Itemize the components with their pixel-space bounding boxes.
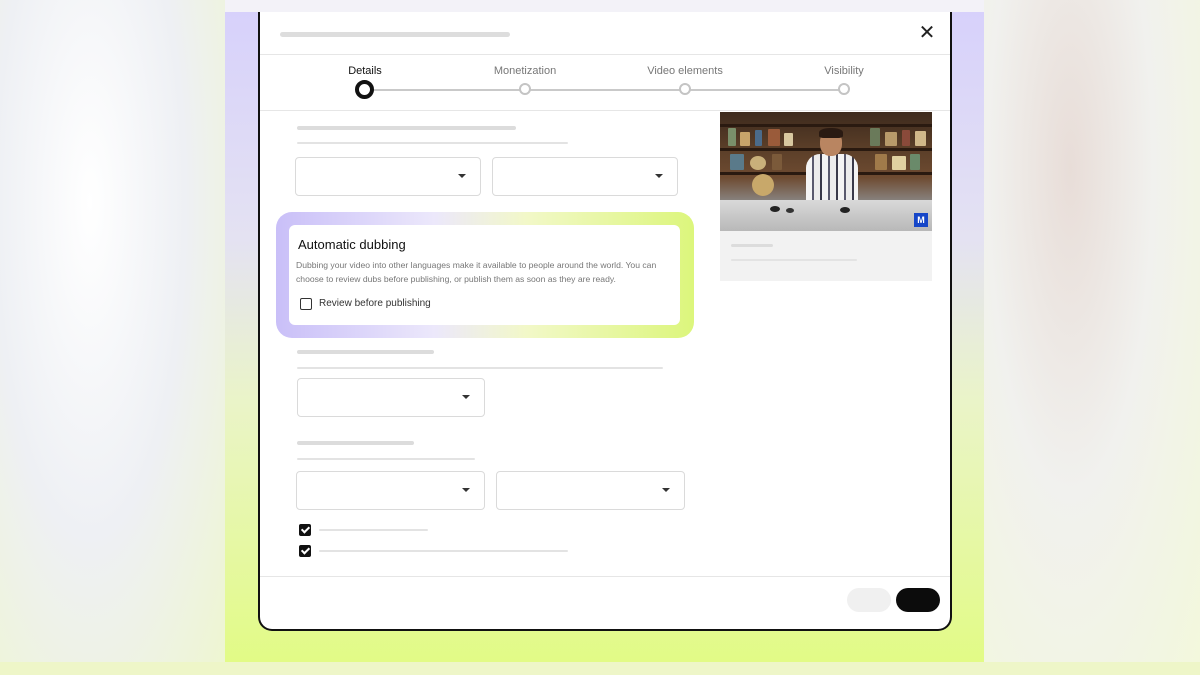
upload-dialog: ✕ Details Monetization Video elements Vi…: [258, 12, 952, 631]
next-button[interactable]: [896, 588, 940, 612]
shelf-item: [915, 131, 926, 146]
shelf-item: [768, 129, 780, 146]
step-details[interactable]: Details: [295, 64, 435, 99]
step-dot: [838, 83, 850, 95]
table-object: [786, 208, 794, 213]
review-before-publishing-label[interactable]: Review before publishing: [319, 298, 431, 310]
shelf-item: [772, 154, 782, 170]
table-object: [840, 207, 850, 213]
video-title-placeholder: [731, 244, 773, 247]
close-icon[interactable]: ✕: [916, 22, 938, 44]
option-checkbox-1[interactable]: [299, 524, 311, 536]
table-object: [770, 206, 780, 212]
chevron-down-icon: [458, 174, 466, 178]
step-label: Visibility: [824, 65, 864, 77]
table-surface: [720, 200, 932, 231]
section-title-placeholder: [297, 441, 414, 445]
step-dot: [519, 83, 531, 95]
dialog-title-placeholder: [280, 32, 510, 37]
header-divider: [260, 54, 950, 55]
date-select[interactable]: [296, 471, 485, 510]
dubbing-description: Dubbing your video into other languages …: [296, 260, 657, 284]
shelf-item: [875, 154, 887, 170]
chevron-down-icon: [662, 488, 670, 492]
step-dot-active: [355, 80, 374, 99]
step-monetization[interactable]: Monetization: [455, 64, 595, 95]
chevron-down-icon: [462, 488, 470, 492]
shelf: [720, 124, 932, 127]
shelf-item: [728, 128, 736, 146]
thumbnail-info-panel: [720, 231, 932, 281]
section-title-placeholder: [297, 126, 516, 130]
footer-divider: [260, 576, 950, 577]
chevron-down-icon: [462, 395, 470, 399]
shelf-item: [730, 154, 744, 170]
back-button[interactable]: [847, 588, 891, 612]
section-subtitle-placeholder: [297, 142, 568, 144]
chevron-down-icon: [655, 174, 663, 178]
shelf-item: [784, 133, 793, 146]
section-subtitle-placeholder: [297, 367, 663, 369]
option-checkbox-2[interactable]: [299, 545, 311, 557]
background-left: [0, 0, 225, 675]
globe: [752, 174, 774, 196]
shelf-item: [902, 130, 910, 146]
dubbing-title: Automatic dubbing: [298, 237, 406, 252]
step-video-elements[interactable]: Video elements: [615, 64, 755, 95]
location-select[interactable]: [496, 471, 685, 510]
step-visibility[interactable]: Visibility: [774, 64, 914, 95]
video-thumbnail[interactable]: M: [720, 112, 932, 231]
video-link-placeholder: [731, 259, 857, 261]
presenter-hair: [819, 128, 843, 138]
option-label-placeholder: [319, 550, 568, 552]
section-subtitle-placeholder: [297, 458, 475, 460]
shelf-item: [750, 156, 766, 170]
shelf-item: [885, 132, 897, 146]
stepper-track: [364, 89, 844, 91]
shelf-item: [892, 156, 906, 170]
shelf-item: [910, 154, 920, 170]
channel-badge: M: [914, 213, 928, 227]
option-label-placeholder: [319, 529, 428, 531]
language-select[interactable]: [295, 157, 481, 196]
background-right: [984, 0, 1200, 675]
category-select[interactable]: [297, 378, 485, 417]
presenter-body: [806, 154, 858, 204]
review-before-publishing-checkbox[interactable]: [300, 298, 312, 310]
shelf-item: [740, 132, 750, 146]
shelf-item: [755, 130, 762, 146]
stepper-divider: [260, 110, 950, 111]
step-label: Video elements: [647, 65, 723, 77]
step-label: Details: [348, 65, 382, 77]
section-title-placeholder: [297, 350, 434, 354]
step-label: Monetization: [493, 65, 557, 77]
step-dot: [679, 83, 691, 95]
bottom-strip: [0, 662, 1200, 675]
automatic-dubbing-card: Automatic dubbing Dubbing your video int…: [289, 225, 680, 325]
secondary-select[interactable]: [492, 157, 678, 196]
shelf-item: [870, 128, 880, 146]
